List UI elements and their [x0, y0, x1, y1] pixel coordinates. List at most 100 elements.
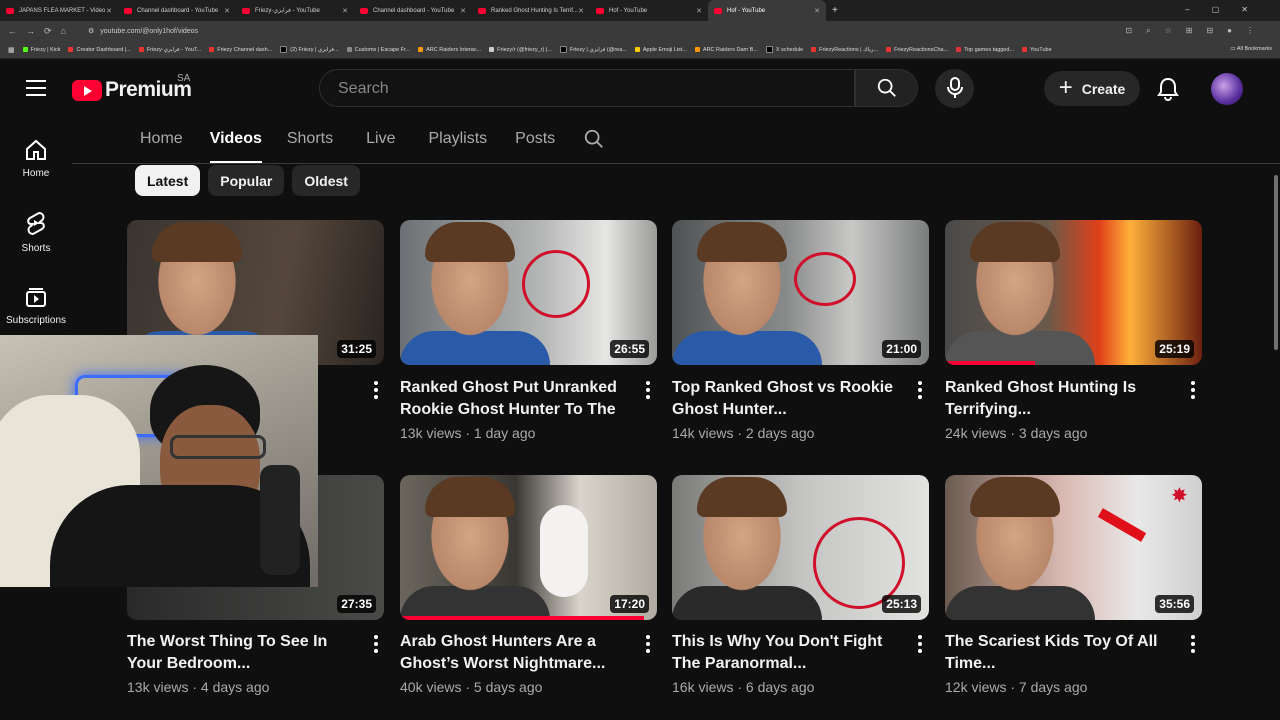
bookmark-item[interactable]: X schedule	[765, 46, 803, 53]
bookmarks-bar: ▦ Friezy | Kick Creator Dashboard |... F…	[0, 41, 1280, 59]
bookmark-item[interactable]: Creator Dashboard |...	[68, 47, 131, 53]
search-box[interactable]	[319, 69, 855, 107]
video-duration: 21:00	[882, 340, 921, 358]
tab-videos[interactable]: Videos	[209, 130, 263, 163]
video-meta: 16k views · 6 days ago	[672, 679, 815, 695]
more-actions-icon[interactable]	[374, 381, 378, 402]
guide-item-subscriptions[interactable]: Subscriptions	[0, 285, 72, 326]
browser-extension-icons[interactable]: ⊡⌕☆⊞⊟●⋮	[1125, 26, 1268, 36]
channel-search-icon[interactable]	[583, 128, 605, 150]
close-tab-icon[interactable]: ✕	[106, 7, 112, 15]
more-actions-icon[interactable]	[646, 381, 650, 402]
tab-playlists[interactable]: Playlists	[428, 130, 487, 163]
new-tab-icon[interactable]: +	[832, 5, 838, 16]
video-title[interactable]: Ranked Ghost Put Unranked Rookie Ghost H…	[400, 377, 632, 421]
close-tab-icon[interactable]: ✕	[460, 7, 466, 15]
video-title[interactable]: Ranked Ghost Hunting Is Terrifying...	[945, 377, 1177, 421]
voice-search-button[interactable]	[935, 69, 974, 108]
page-scrollbar[interactable]	[1274, 175, 1278, 350]
bookmark-item[interactable]: Friezy/r (@friezy_r) |...	[489, 47, 552, 53]
bookmark-favicon-icon	[956, 47, 962, 52]
video-thumbnail[interactable]: 25:19	[945, 220, 1202, 365]
bookmark-item[interactable]: ARC Raiders Interac...	[418, 47, 481, 53]
chip-popular[interactable]: Popular	[208, 165, 285, 196]
tab-home[interactable]: Home	[140, 130, 183, 163]
video-thumbnail[interactable]: 25:13	[672, 475, 929, 620]
more-actions-icon[interactable]	[1191, 635, 1195, 656]
thumbnail-art	[697, 477, 787, 517]
account-avatar[interactable]	[1211, 73, 1243, 105]
youtube-premium-logo[interactable]: Premium SA	[72, 73, 192, 102]
video-title[interactable]: The Worst Thing To See In Your Bedroom..…	[127, 631, 359, 675]
address-bar[interactable]: ⚙ youtube.com/@only1hof/videos	[88, 27, 198, 36]
more-actions-icon[interactable]	[646, 635, 650, 656]
browser-tab[interactable]: Friezy-فرايزي - YouTube ✕	[236, 0, 354, 21]
bookmark-item[interactable]: Friezy | فرايزي (@rea...	[559, 46, 627, 53]
guide-item-home[interactable]: Home	[0, 138, 72, 179]
bookmark-favicon-icon	[489, 47, 495, 52]
browser-tab[interactable]: JAPANS FLEA MARKET - Video ✕	[0, 0, 118, 21]
video-duration: 31:25	[337, 340, 376, 358]
bookmark-item[interactable]: Friezy Channel dash...	[209, 47, 272, 53]
more-actions-icon[interactable]	[374, 635, 378, 656]
hamburger-menu-icon[interactable]	[26, 80, 46, 96]
more-actions-icon[interactable]	[918, 635, 922, 656]
video-thumbnail[interactable]: ✸ 35:56	[945, 475, 1202, 620]
microphone	[260, 465, 300, 575]
video-title[interactable]: Arab Ghost Hunters Are a Ghost’s Worst N…	[400, 631, 632, 675]
thumbnail-art	[152, 222, 242, 262]
microphone-icon	[947, 77, 963, 98]
youtube-favicon-icon	[6, 7, 14, 14]
video-title[interactable]: Top Ranked Ghost vs Rookie Ghost Hunter.…	[672, 377, 904, 421]
video-thumbnail[interactable]: 17:20	[400, 475, 657, 620]
search-input[interactable]	[336, 79, 820, 99]
chip-oldest[interactable]: Oldest	[292, 165, 360, 196]
close-tab-icon[interactable]: ✕	[224, 7, 230, 15]
search-button[interactable]	[855, 69, 918, 107]
all-bookmarks-button[interactable]: ▭ All Bookmarks	[1230, 46, 1272, 52]
browser-tab[interactable]: Channel dashboard - YouTube ✕	[118, 0, 236, 21]
browser-tab[interactable]: Channel dashboard - YouTube ✕	[354, 0, 472, 21]
video-title[interactable]: This Is Why You Don't Fight The Paranorm…	[672, 631, 904, 675]
browser-tab[interactable]: Hof - YouTube ✕	[590, 0, 708, 21]
tab-posts[interactable]: Posts	[515, 130, 555, 163]
shorts-icon	[27, 211, 45, 236]
bookmark-favicon-icon	[634, 47, 640, 52]
bookmark-item[interactable]: (2) Friezy | فرايزي...	[280, 46, 339, 53]
browser-nav-icons[interactable]: ←→⟳⌂	[0, 26, 88, 37]
bookmark-item[interactable]: ARC Raiders Dam B...	[694, 47, 758, 53]
video-meta: 14k views · 2 days ago	[672, 425, 815, 441]
plus-icon: +	[1058, 73, 1073, 101]
video-meta: 24k views · 3 days ago	[945, 425, 1088, 441]
bookmark-item[interactable]: Top games tagged...	[956, 47, 1014, 53]
bookmark-item[interactable]: Friezy | Kick	[22, 47, 60, 53]
create-button[interactable]: + Create	[1044, 71, 1140, 106]
video-title[interactable]: The Scariest Kids Toy Of All Time...	[945, 631, 1177, 675]
chip-latest[interactable]: Latest	[135, 165, 201, 196]
browser-tab-active[interactable]: Hof - YouTube ✕	[708, 0, 826, 21]
close-tab-icon[interactable]: ✕	[578, 7, 584, 15]
close-tab-icon[interactable]: ✕	[342, 7, 348, 15]
bookmark-item[interactable]: Friezy-فرايزي - YouT...	[138, 47, 201, 53]
close-tab-icon[interactable]: ✕	[696, 7, 702, 15]
bookmark-item[interactable]: Apple Emoji List...	[634, 47, 687, 53]
window-controls[interactable]: –▢✕	[1185, 5, 1270, 14]
video-thumbnail[interactable]: 26:55	[400, 220, 657, 365]
video-thumbnail[interactable]: 21:00	[672, 220, 929, 365]
youtube-favicon-icon	[360, 7, 368, 14]
site-info-icon[interactable]: ⚙	[88, 27, 94, 35]
guide-item-shorts[interactable]: Shorts	[0, 211, 72, 254]
bookmark-item[interactable]: Customs | Escape Fr...	[346, 47, 410, 53]
bookmark-item[interactable]: FriezyReactionsCha...	[886, 47, 948, 53]
more-actions-icon[interactable]	[1191, 381, 1195, 402]
tab-live[interactable]: Live	[366, 130, 395, 163]
apps-icon[interactable]: ▦	[8, 46, 15, 54]
bookmark-item[interactable]: FriezyReactions | رياك...	[811, 47, 878, 53]
bookmark-item[interactable]: YouTube	[1022, 47, 1052, 53]
tab-shorts[interactable]: Shorts	[287, 130, 333, 163]
more-actions-icon[interactable]	[918, 381, 922, 402]
close-tab-icon[interactable]: ✕	[814, 7, 820, 15]
browser-tab[interactable]: Ranked Ghost Hunting Is Terrif... ✕	[472, 0, 590, 21]
video-meta: 13k views · 1 day ago	[400, 425, 536, 441]
notifications-bell-icon[interactable]	[1157, 77, 1179, 101]
